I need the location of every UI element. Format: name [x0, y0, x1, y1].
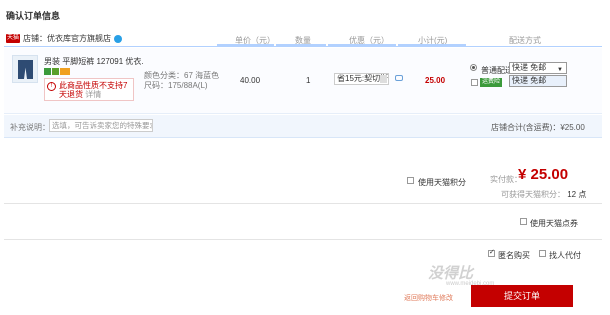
column-divider	[276, 44, 326, 47]
service-badges	[44, 68, 70, 75]
message-icon[interactable]	[395, 75, 403, 81]
column-divider	[398, 44, 466, 47]
tmall-badge: 天猫	[6, 34, 20, 43]
paid-value: ¥ 25.00	[518, 166, 569, 183]
product-size: 尺码：175/88A(L)	[144, 81, 208, 90]
insurance-tag: 运费险	[480, 78, 502, 87]
divider	[4, 203, 602, 204]
column-divider	[328, 44, 396, 47]
divider	[4, 239, 602, 240]
tmall-points-checkbox[interactable]	[407, 177, 414, 184]
tmall-points-label: 使用天猫积分	[418, 178, 466, 187]
column-divider	[217, 44, 274, 47]
shipping-dropdown-option[interactable]: 快递 免邮	[509, 75, 567, 87]
shop-link[interactable]: 店铺：优衣库官方旗舰店	[23, 33, 111, 44]
chevron-down-icon	[380, 75, 387, 83]
remark-row: 补充说明： 选填，可告诉卖家您的特殊要求 店铺合计(含运费)：¥25.00	[4, 115, 602, 138]
order-header-row: 天猫 店铺：优衣库官方旗舰店 单价（元） 数量 优惠（元） 小计(元) 配送方式	[4, 32, 602, 47]
shipping-select-value: 快递 免邮	[512, 63, 547, 72]
column-shipping: 配送方式	[509, 36, 541, 45]
genuine-badge-icon	[52, 68, 59, 75]
quantity: 1	[306, 76, 311, 85]
points-gain-value: 12 点	[567, 190, 587, 199]
order-item-row: 男装 平脚短裤 127091 优衣... ! 此商品性质不支持7天退货 详情 颜…	[4, 48, 602, 114]
proxy-pay-checkbox[interactable]	[539, 250, 546, 257]
promo-select[interactable]: 省15元:契切斯	[334, 73, 389, 85]
points-gain-label: 可获得天猫积分：	[501, 190, 565, 199]
shorts-image	[18, 60, 33, 79]
submit-order-button[interactable]: 提交订单	[471, 285, 573, 307]
guarantee-badge-icon	[44, 68, 51, 75]
anonymous-label: 匿名购买	[498, 251, 530, 260]
shipping-radio[interactable]	[470, 64, 477, 71]
alert-icon: !	[47, 82, 56, 91]
shop-cell: 天猫 店铺：优衣库官方旗舰店	[6, 33, 122, 44]
tmall-coupon-label: 使用天猫点券	[530, 219, 578, 228]
insurance-checkbox[interactable]	[471, 79, 478, 86]
page-title: 确认订单信息	[6, 11, 61, 21]
points-gain: 可获得天猫积分： 12 点	[501, 189, 586, 200]
subtotal: 25.00	[425, 76, 446, 85]
return-notice: ! 此商品性质不支持7天退货 详情	[44, 78, 134, 101]
watermark-logo: 没得比	[428, 265, 474, 282]
shop-total: 店铺合计(含运费)：¥25.00	[491, 123, 585, 132]
card-badge-icon	[60, 68, 70, 75]
notice-detail-link[interactable]: 详情	[85, 90, 101, 99]
proxy-pay-label: 找人代付	[549, 251, 581, 260]
anonymous-checkbox[interactable]	[488, 248, 495, 257]
chat-icon[interactable]	[114, 34, 122, 43]
product-thumbnail[interactable]	[12, 55, 38, 83]
remark-input[interactable]: 选填，可告诉卖家您的特殊要求	[49, 119, 153, 132]
product-name-link[interactable]: 男装 平脚短裤 127091 优衣...	[44, 56, 144, 67]
remark-label: 补充说明：	[10, 123, 50, 132]
chevron-down-icon: ▼	[557, 67, 563, 73]
tmall-coupon-checkbox[interactable]	[520, 218, 527, 225]
unit-price: 40.00	[240, 76, 261, 85]
back-to-cart-link[interactable]: 返回购物车修改	[404, 293, 453, 303]
shipping-select[interactable]: 快递 免邮 ▼	[509, 62, 567, 74]
